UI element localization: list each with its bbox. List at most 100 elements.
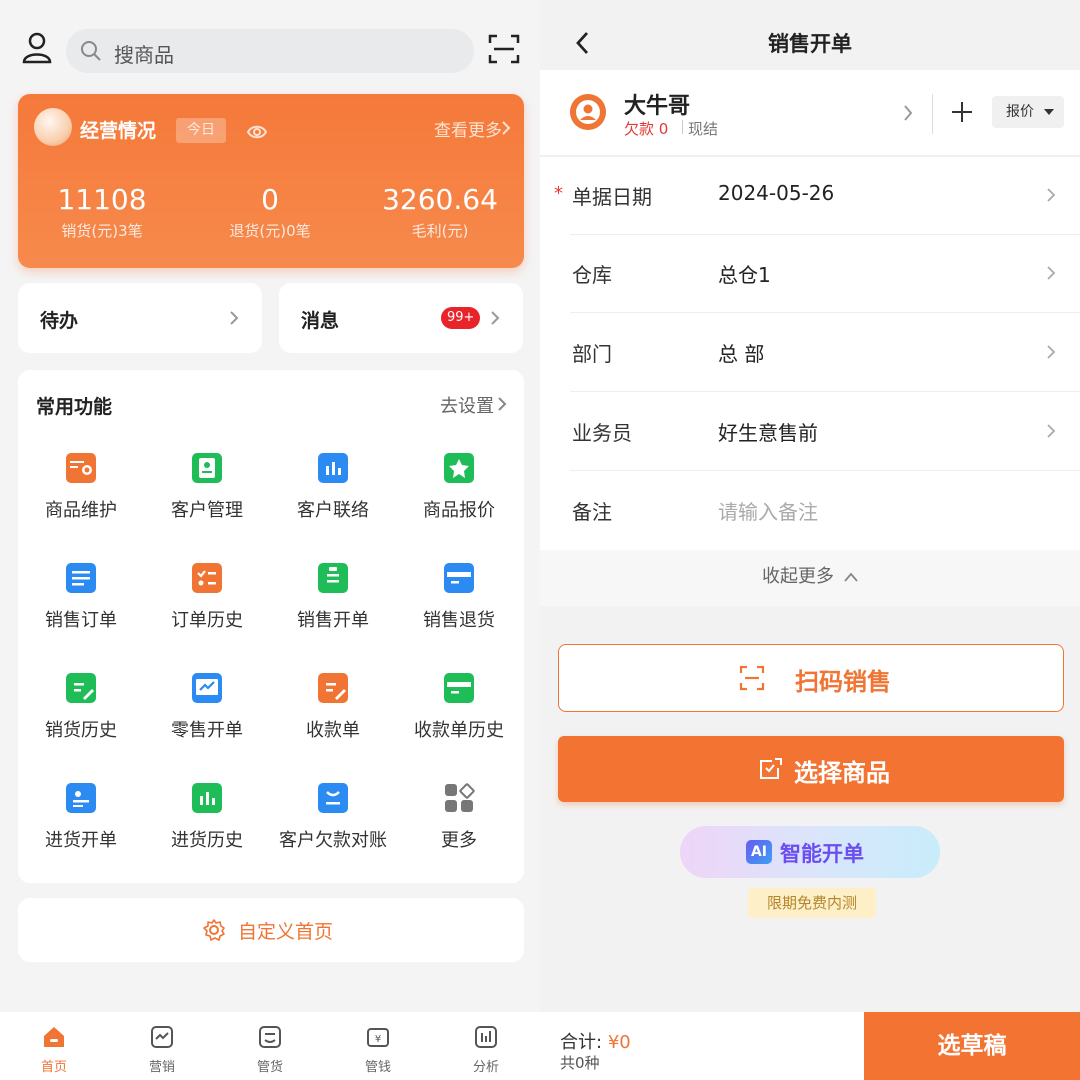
divider — [932, 94, 933, 134]
period-toggle[interactable]: 今日 — [176, 118, 226, 143]
customize-home-button[interactable]: 自定义首页 — [18, 898, 524, 962]
function-label: 零售开单 — [171, 720, 243, 741]
home-screen: 搜商品 经营情况 今日 查看更多 11108 销货(元)3笔 0 退货(元)0笔… — [0, 0, 540, 1080]
scan-sale-button[interactable]: 扫码销售 — [558, 644, 1064, 712]
messages-label: 消息 — [301, 310, 340, 332]
draft-button[interactable]: 选草稿 — [864, 1012, 1080, 1080]
form-value: 总仓1 — [718, 263, 771, 287]
tab-goods[interactable]: 管货 — [240, 1024, 300, 1075]
home-top-bar: 搜商品 — [0, 0, 540, 92]
sales-bill-screen: 销售开单 大牛哥 欠款 0 现结 报价 * 单据日期 2024-05-26 仓库… — [540, 0, 1080, 1080]
stat-value: 0 — [261, 183, 279, 216]
add-customer-icon[interactable] — [950, 100, 974, 124]
functions-title: 常用功能 — [36, 396, 113, 418]
product-maintain-icon — [65, 452, 97, 484]
function-label: 收款单 — [306, 720, 360, 741]
price-type-dropdown[interactable]: 报价 — [992, 96, 1064, 128]
function-item[interactable]: 客户欠款对账 — [270, 782, 396, 852]
select-goods-button[interactable]: 选择商品 — [558, 736, 1064, 802]
tab-label: 分析 — [472, 1060, 499, 1075]
function-item[interactable]: 进货开单 — [18, 782, 144, 852]
function-label: 销售开单 — [297, 610, 369, 631]
function-item[interactable]: 收款单历史 — [396, 672, 522, 742]
receipt-icon — [317, 672, 349, 704]
function-item[interactable]: 销售退货 — [396, 562, 522, 632]
function-item[interactable]: 收款单 — [270, 672, 396, 742]
view-more-link[interactable]: 查看更多 — [434, 116, 502, 141]
collapse-more-toggle[interactable]: 收起更多 — [540, 550, 1080, 606]
form-row-department[interactable]: 部门 总 部 — [540, 314, 1080, 392]
search-input[interactable]: 搜商品 — [66, 29, 474, 73]
form-row-salesperson[interactable]: 业务员 好生意售前 — [540, 393, 1080, 471]
scan-icon[interactable] — [488, 34, 520, 64]
receipt-history-icon — [443, 672, 475, 704]
home-icon — [44, 1027, 64, 1047]
retail-bill-icon — [191, 672, 223, 704]
function-label: 收款单历史 — [414, 720, 504, 741]
function-item[interactable]: 客户联络 — [270, 452, 396, 522]
form-row-warehouse[interactable]: 仓库 总仓1 — [540, 235, 1080, 313]
total-value: ¥0 — [607, 1032, 631, 1053]
wallet-icon: ¥ — [367, 1028, 389, 1047]
user-icon[interactable] — [20, 30, 54, 64]
select-goods-label: 选择商品 — [794, 759, 890, 787]
business-summary-card[interactable]: 经营情况 今日 查看更多 11108 销货(元)3笔 0 退货(元)0笔 326… — [18, 94, 524, 268]
function-label: 进货历史 — [171, 830, 243, 851]
form-value: 总 部 — [718, 342, 765, 366]
form-row-remark: 备注 请输入备注 — [540, 472, 1080, 550]
chevron-right-icon — [1047, 188, 1056, 202]
collapse-label: 收起更多 — [762, 566, 834, 587]
remark-input[interactable]: 请输入备注 — [718, 496, 818, 525]
function-label: 销货历史 — [45, 720, 117, 741]
nav-header: 销售开单 — [540, 0, 1080, 70]
function-item[interactable]: 销货历史 — [18, 672, 144, 742]
tab-label: 营销 — [148, 1060, 175, 1075]
function-item[interactable]: 商品维护 — [18, 452, 144, 522]
customer-name: 大牛哥 — [624, 94, 691, 119]
tab-home[interactable]: 首页 — [24, 1024, 84, 1075]
form-row-date[interactable]: * 单据日期 2024-05-26 — [540, 157, 1080, 235]
function-item[interactable]: 更多 — [396, 782, 522, 852]
marketing-icon — [151, 1026, 173, 1048]
ai-bill-button[interactable]: AI 智能开单 — [680, 826, 940, 878]
divider — [570, 312, 1080, 313]
chevron-up-icon — [844, 572, 858, 582]
messages-card[interactable]: 消息 99+ — [279, 283, 523, 353]
chevron-right-icon — [230, 311, 239, 325]
function-item[interactable]: 进货历史 — [144, 782, 270, 852]
todo-label: 待办 — [40, 310, 79, 332]
todo-card[interactable]: 待办 — [18, 283, 262, 353]
function-label: 客户管理 — [171, 500, 243, 521]
more-grid-icon — [443, 782, 475, 814]
tab-label: 首页 — [40, 1060, 67, 1075]
page-title: 销售开单 — [768, 32, 852, 56]
order-history-icon — [191, 562, 223, 594]
form-label: 业务员 — [572, 421, 632, 445]
eye-icon[interactable] — [246, 120, 268, 142]
tab-marketing[interactable]: 营销 — [132, 1024, 192, 1075]
tab-analysis[interactable]: 分析 — [456, 1024, 516, 1075]
function-item[interactable]: 销售订单 — [18, 562, 144, 632]
customer-debt: 欠款 0 — [624, 120, 669, 138]
function-label: 销售订单 — [45, 610, 117, 631]
function-label: 更多 — [441, 830, 477, 851]
settings-link[interactable]: 去设置 — [440, 392, 494, 418]
form-label: 备注 — [572, 500, 612, 524]
function-item[interactable]: 商品报价 — [396, 452, 522, 522]
bill-form: * 单据日期 2024-05-26 仓库 总仓1 部门 总 部 业务员 好生意售… — [540, 157, 1080, 550]
function-item[interactable]: 零售开单 — [144, 672, 270, 742]
function-item[interactable]: 客户管理 — [144, 452, 270, 522]
scan-icon — [739, 665, 765, 691]
function-item[interactable]: 销售开单 — [270, 562, 396, 632]
chevron-right-icon — [491, 311, 500, 325]
chevron-right-icon — [904, 105, 913, 121]
customer-row[interactable]: 大牛哥 欠款 0 现结 报价 — [540, 70, 1080, 156]
svg-text:¥: ¥ — [375, 1034, 381, 1045]
function-item[interactable]: 订单历史 — [144, 562, 270, 632]
gear-icon — [203, 919, 225, 941]
tab-money[interactable]: ¥ 管钱 — [348, 1024, 408, 1075]
function-label: 进货开单 — [45, 830, 117, 851]
sales-return-icon — [443, 562, 475, 594]
form-value: 2024-05-26 — [718, 181, 835, 205]
stat-label: 毛利(元) — [411, 222, 469, 240]
